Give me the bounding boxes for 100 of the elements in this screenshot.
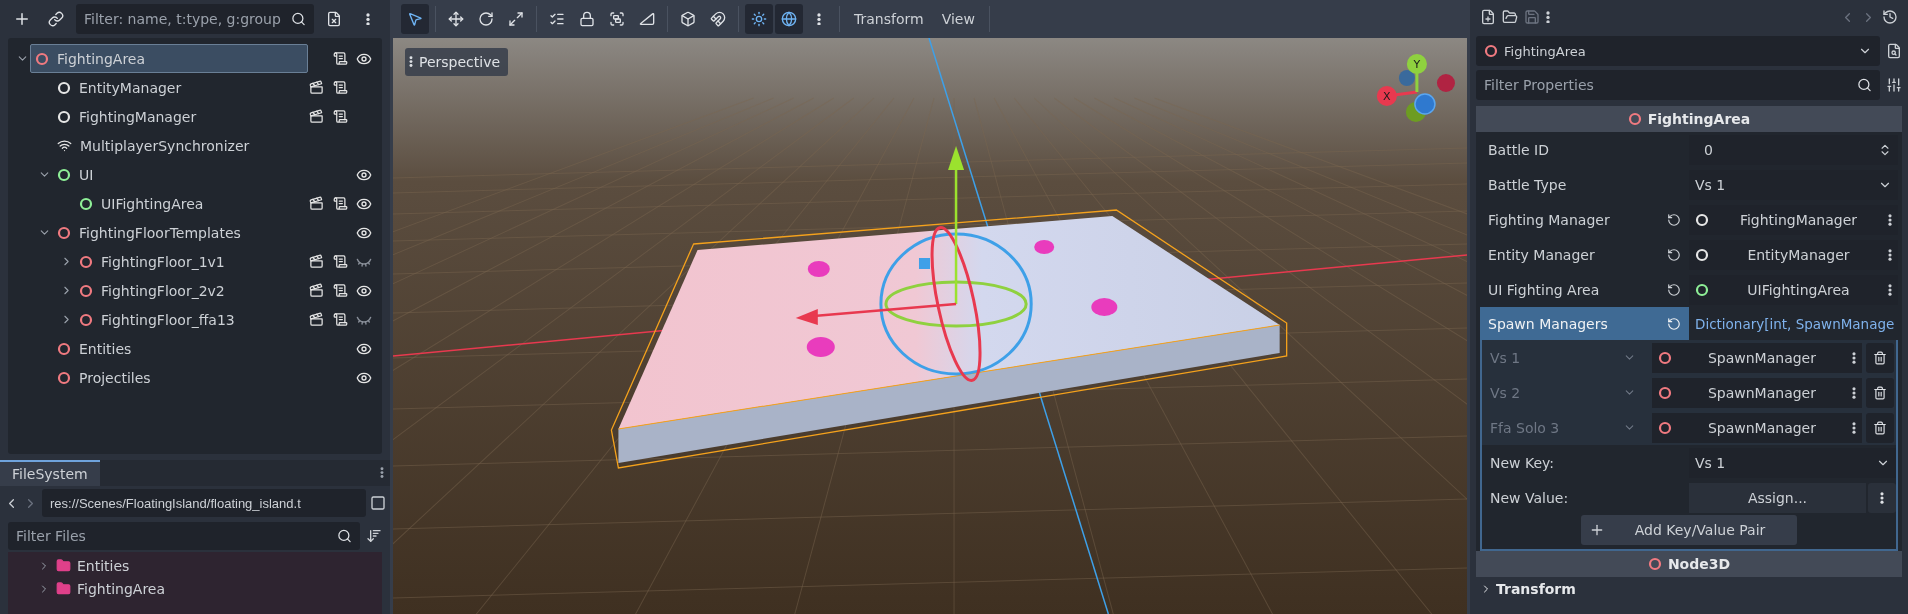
trash-icon (1873, 385, 1887, 400)
new-file-icon[interactable] (1480, 9, 1496, 25)
kebab-icon (1880, 491, 1884, 504)
delete-button[interactable] (1866, 377, 1894, 408)
list-icon (549, 11, 565, 27)
tree-item[interactable]: MultiplayerSynchronizer (52, 131, 308, 160)
scroll-icon[interactable] (332, 254, 348, 269)
scroll-icon[interactable] (332, 51, 348, 66)
more-button[interactable] (1868, 482, 1896, 513)
globe-tool-button[interactable] (775, 4, 803, 34)
signal-icon (57, 138, 72, 153)
sun-icon (751, 11, 767, 27)
clapperboard-icon[interactable] (308, 312, 324, 327)
property-label[interactable]: Entity Manager (1480, 237, 1689, 272)
tree-item[interactable]: FightingManager (52, 102, 308, 131)
tree-item[interactable]: EntityManager (52, 73, 308, 102)
kebab-icon[interactable] (1888, 248, 1892, 261)
lock-icon (579, 11, 595, 27)
property-label[interactable]: Fighting Manager (1480, 202, 1689, 237)
rotate-icon (478, 11, 494, 27)
clapperboard-icon[interactable] (308, 80, 324, 95)
sun-tool-button[interactable] (745, 4, 773, 34)
square-icon[interactable] (370, 495, 386, 511)
tree-item[interactable]: UIFightingArea (74, 189, 308, 218)
property-group[interactable]: Transform (1476, 577, 1902, 601)
node-selector[interactable]: FightingArea (1476, 36, 1880, 66)
tree-item[interactable]: FightingFloor_2v2 (74, 276, 308, 305)
kebab-icon[interactable] (1852, 386, 1856, 399)
scroll-icon[interactable] (332, 109, 348, 124)
property-label[interactable]: Battle Type (1480, 167, 1689, 202)
clapperboard-icon[interactable] (308, 283, 324, 298)
link-icon (48, 11, 64, 27)
kebab-icon[interactable] (380, 467, 384, 479)
new-key-label: New Key: (1489, 454, 1556, 471)
kebab-icon (409, 56, 413, 68)
section-header: Node3D (1476, 551, 1902, 577)
cube-icon (680, 11, 696, 27)
search-icon (337, 528, 352, 544)
tree-item[interactable]: FightingFloor_ffa13 (74, 305, 308, 334)
property-label[interactable]: Battle ID (1480, 132, 1689, 167)
folder-name[interactable]: Entities (77, 557, 130, 574)
scroll-icon[interactable] (332, 80, 348, 95)
filesystem-tab[interactable]: FileSystem (0, 460, 100, 486)
tree-item[interactable]: FightingFloorTemplates (52, 218, 308, 247)
tree-item[interactable]: Entities (52, 334, 308, 363)
scale-icon (508, 11, 524, 27)
property-label[interactable]: UI Fighting Area (1480, 272, 1689, 307)
kebab-icon[interactable] (1852, 351, 1856, 364)
scroll-icon[interactable] (332, 283, 348, 298)
globe-icon (781, 11, 797, 27)
group-icon (609, 11, 625, 27)
menu-button[interactable]: Transform (846, 4, 932, 34)
trash-icon (1873, 350, 1887, 365)
kebab-icon[interactable] (1546, 10, 1550, 24)
menu-button[interactable]: View (933, 4, 983, 34)
save-icon[interactable] (1524, 9, 1540, 25)
sliders-icon[interactable] (1886, 77, 1902, 93)
filter-properties-field[interactable]: Filter Properties (1476, 70, 1880, 100)
history-icon[interactable] (1882, 9, 1898, 25)
delete-button[interactable] (1866, 342, 1894, 373)
kebab-icon (366, 12, 370, 26)
kebab-icon (817, 12, 821, 26)
clapperboard-icon[interactable] (308, 196, 324, 211)
tree-item[interactable]: UI (52, 160, 308, 189)
kebab-icon[interactable] (1852, 421, 1856, 434)
perspective-button[interactable]: Perspective (405, 48, 509, 76)
kebab-icon[interactable] (1888, 283, 1892, 296)
doc-search-icon[interactable] (1886, 43, 1902, 59)
revert-icon[interactable] (1667, 247, 1681, 262)
add-pair-button[interactable]: Add Key/Value Pair (1580, 515, 1798, 545)
move-icon (448, 11, 464, 27)
node-picker[interactable]: SpawnManager (1651, 377, 1862, 408)
folder-name[interactable]: FightingArea (77, 580, 166, 597)
tree-item[interactable]: FightingArea (30, 44, 308, 73)
trash-icon (1873, 420, 1887, 435)
x-axis-label: X (1383, 90, 1391, 103)
clapperboard-icon[interactable] (308, 254, 324, 269)
selected-property-label[interactable]: Spawn Managers (1480, 307, 1689, 340)
ruler-icon (639, 11, 655, 27)
tree-item[interactable]: FightingFloor_1v1 (74, 247, 308, 276)
filter-files-field[interactable]: Filter Files (8, 522, 360, 550)
path-field[interactable]: res://Scenes/FloatingIsland/floating_island.t (42, 489, 366, 517)
node-picker[interactable]: SpawnManager (1651, 342, 1862, 373)
sort-icon[interactable] (366, 528, 382, 544)
select-icon (407, 11, 423, 27)
scroll-icon[interactable] (332, 196, 348, 211)
kebab-icon[interactable] (1888, 213, 1892, 226)
file-cross-icon (326, 11, 342, 27)
scroll-icon[interactable] (332, 312, 348, 327)
folder-icon[interactable] (1502, 9, 1518, 25)
revert-icon[interactable] (1667, 212, 1681, 227)
revert-icon[interactable] (1667, 282, 1681, 297)
select-tool-button[interactable] (401, 4, 429, 34)
filter-field[interactable]: Filter: name, t:type, g:group (76, 4, 314, 34)
delete-button[interactable] (1866, 412, 1894, 443)
assign-button[interactable]: Assign... (1689, 482, 1866, 513)
node-picker[interactable]: SpawnManager (1651, 412, 1862, 443)
search-icon (291, 11, 306, 27)
tree-item[interactable]: Projectiles (52, 363, 308, 392)
clapperboard-icon[interactable] (308, 109, 324, 124)
